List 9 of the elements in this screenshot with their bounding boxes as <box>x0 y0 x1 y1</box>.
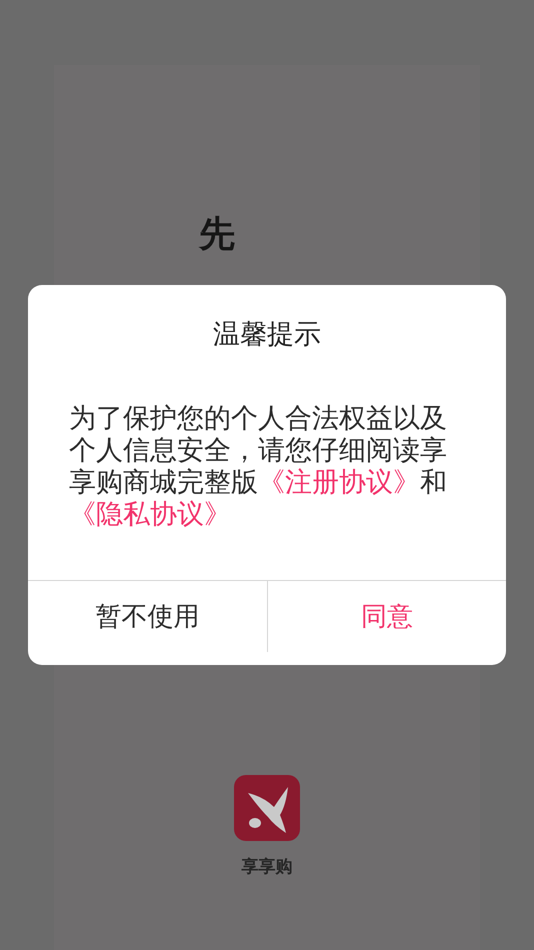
dialog-title: 温馨提示 <box>212 318 322 352</box>
agree-button[interactable]: 同意 <box>266 581 506 652</box>
agreement-link[interactable]: 《注册协议》 <box>258 467 420 498</box>
agreement-link[interactable]: 《隐私协议》 <box>69 499 231 530</box>
app-logo-icon <box>234 775 300 841</box>
app-name: 享享购 <box>242 856 292 878</box>
dialog-message: 为了保护您的个人合法权益以及个人信息安全，请您仔细阅读享享购商城完整版《注册协议》和 《隐私协议》 <box>69 403 448 531</box>
decline-button[interactable]: 暂不使用 <box>28 581 266 652</box>
vertical-heading: 先 <box>199 215 235 255</box>
